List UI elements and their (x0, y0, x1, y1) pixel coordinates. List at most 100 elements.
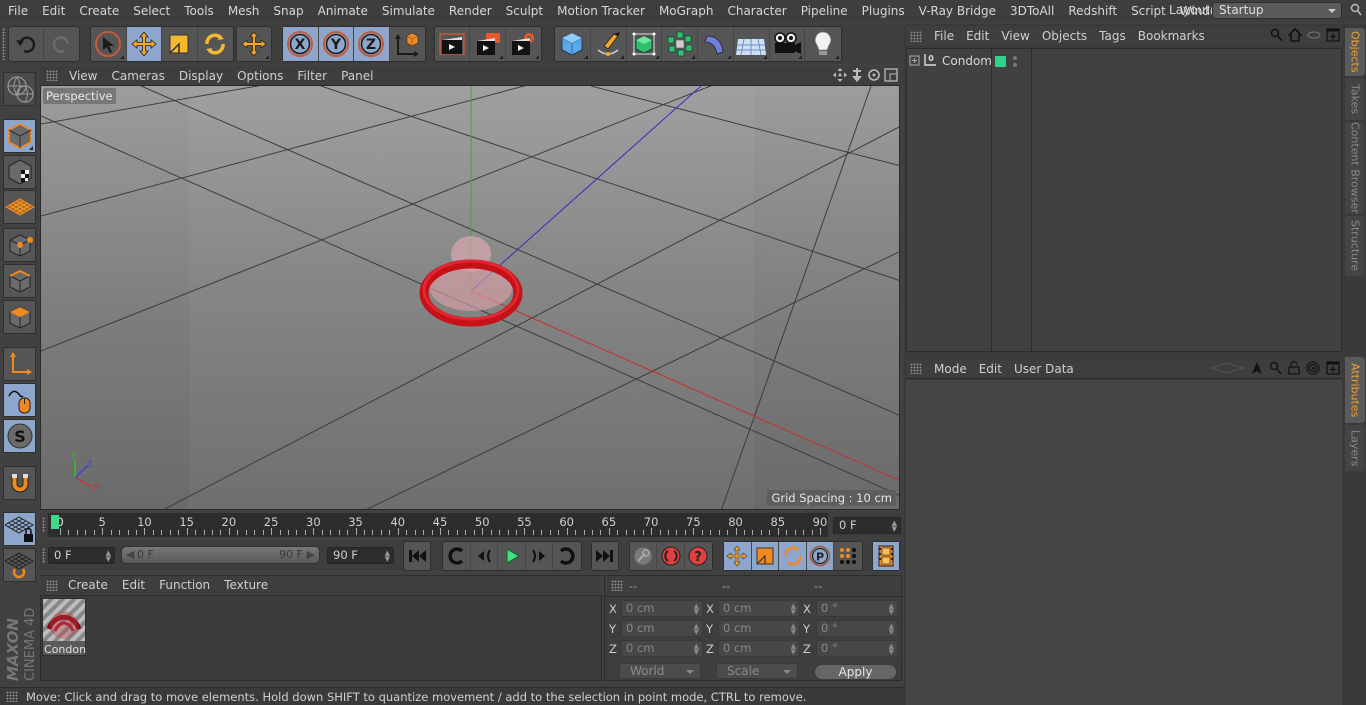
ellipse-icon[interactable] (1307, 30, 1321, 40)
menu-snap[interactable]: Snap (266, 4, 310, 18)
material-thumbnail[interactable]: Condon (42, 598, 86, 656)
toggle-view-icon[interactable] (884, 68, 898, 82)
objects-menu-tags[interactable]: Tags (1093, 29, 1132, 43)
layout-dropdown[interactable]: Startup (1212, 2, 1342, 19)
redo-button[interactable] (44, 27, 79, 61)
live-selection-button[interactable] (91, 27, 127, 61)
material-menu-function[interactable]: Function (152, 578, 217, 592)
panel-grip[interactable] (611, 580, 623, 591)
tab-attributes[interactable]: Attributes (1345, 357, 1365, 423)
menu-character[interactable]: Character (720, 4, 793, 18)
pan-view-icon[interactable] (833, 68, 847, 82)
points-mode-button[interactable] (3, 228, 36, 262)
viewport-menu-filter[interactable]: Filter (290, 69, 334, 83)
keyframe-selection-button[interactable]: ? (685, 542, 712, 570)
menu-3dtoall[interactable]: 3DToAll (1003, 4, 1061, 18)
coordinate-mode-dropdown[interactable]: World (619, 663, 701, 679)
parameter-key-button[interactable]: P (806, 542, 835, 570)
panel-grip[interactable] (910, 363, 922, 374)
target-icon[interactable] (1306, 361, 1320, 375)
locked-workplane-button[interactable] (3, 512, 36, 546)
goto-prev-key-button[interactable] (443, 542, 471, 570)
position-key-button[interactable] (724, 542, 752, 570)
render-view-button[interactable] (435, 27, 471, 61)
3d-viewport[interactable]: Y Z X Perspective Grid Spacing : 10 cm (40, 85, 900, 510)
menu-pipeline[interactable]: Pipeline (794, 4, 855, 18)
controls-grip[interactable] (42, 548, 46, 564)
zoom-view-icon[interactable] (850, 68, 864, 82)
current-frame-field[interactable]: 0 F ▲ ▼ (833, 517, 901, 534)
menu-sculpt[interactable]: Sculpt (499, 4, 550, 18)
next-frame-button[interactable] (526, 542, 554, 570)
position-z-field[interactable]: 0 cm ▲ ▼ (621, 640, 703, 657)
menu-script[interactable]: Script (1124, 4, 1173, 18)
layer-color-swatch[interactable] (995, 56, 1006, 67)
toolbar-grip[interactable] (2, 28, 6, 60)
menu-file[interactable]: File (0, 4, 35, 18)
frame-range-slider[interactable]: ◀ 0 F 90 F ▶ (121, 546, 320, 564)
rotate-view-icon[interactable] (867, 68, 881, 82)
menu-edit[interactable]: Edit (35, 4, 72, 18)
render-settings-button[interactable] (506, 27, 541, 61)
tweak-mode-button[interactable] (3, 383, 36, 417)
play-button[interactable] (498, 542, 526, 570)
material-menu-edit[interactable]: Edit (115, 578, 152, 592)
record-keys-button[interactable] (630, 542, 658, 570)
workplane-mode-button[interactable] (3, 190, 36, 224)
scale-tool-button[interactable] (162, 27, 198, 61)
menu-redshift[interactable]: Redshift (1061, 4, 1124, 18)
y-axis-button[interactable]: Y (318, 27, 354, 61)
menu-create[interactable]: Create (72, 4, 126, 18)
objects-menu-file[interactable]: File (928, 29, 960, 43)
menu-select[interactable]: Select (126, 4, 177, 18)
menu-render[interactable]: Render (442, 4, 499, 18)
home-icon[interactable] (1288, 28, 1302, 42)
size-x-field[interactable]: 0 cm ▲ ▼ (718, 600, 800, 617)
menu-tools[interactable]: Tools (177, 4, 221, 18)
cube-button[interactable] (555, 27, 591, 61)
texture-mode-button[interactable] (3, 155, 36, 189)
goto-next-key-button[interactable] (553, 542, 581, 570)
search-icon[interactable] (1350, 3, 1362, 17)
size-mode-dropdown[interactable]: Scale (716, 663, 798, 679)
edges-mode-button[interactable] (3, 264, 36, 298)
snapping-button[interactable] (3, 466, 36, 500)
current-frame-marker[interactable] (51, 515, 59, 529)
menu-vray-bridge[interactable]: V-Ray Bridge (912, 4, 1003, 18)
solo-button[interactable]: S (3, 419, 36, 453)
goto-end-button[interactable] (592, 542, 618, 570)
x-axis-button[interactable]: X (283, 27, 319, 61)
editor-visibility-dot[interactable] (1013, 56, 1017, 60)
tab-layers[interactable]: Layers (1345, 425, 1365, 471)
undo-button[interactable] (9, 27, 45, 61)
panel-grip[interactable] (46, 579, 58, 591)
workplane-snap-button[interactable] (3, 548, 36, 582)
search-icon[interactable] (1269, 361, 1282, 375)
coordinate-system-button[interactable] (390, 27, 425, 61)
attributes-menu-mode[interactable]: Mode (928, 362, 973, 376)
apply-button[interactable]: Apply (814, 664, 897, 680)
timeline-ruler[interactable]: 0 5 10 15 20 25 30 35 40 45 50 55 60 65 70 75 80 85 90 (48, 513, 828, 537)
expand-icon[interactable] (909, 55, 921, 67)
viewport-menu-view[interactable]: View (62, 69, 104, 83)
position-y-field[interactable]: 0 cm ▲ ▼ (621, 620, 703, 637)
pointer-up-icon[interactable] (1251, 361, 1263, 375)
material-menu-texture[interactable]: Texture (217, 578, 275, 592)
position-x-field[interactable]: 0 cm ▲ ▼ (621, 600, 703, 617)
menu-mograph[interactable]: MoGraph (652, 4, 721, 18)
viewport-menu-display[interactable]: Display (172, 69, 230, 83)
size-z-field[interactable]: 0 cm ▲ ▼ (718, 640, 800, 657)
material-menu-create[interactable]: Create (61, 578, 115, 592)
light-button[interactable] (805, 27, 841, 61)
search-icon[interactable] (1270, 28, 1283, 42)
rotation-key-button[interactable] (779, 542, 807, 570)
start-frame-field[interactable]: 0 F ▲ ▼ (48, 547, 115, 564)
timeline-window-button[interactable] (873, 542, 899, 570)
object-name[interactable]: Condom (942, 54, 992, 68)
menu-plugins[interactable]: Plugins (855, 4, 912, 18)
attributes-menu-edit[interactable]: Edit (973, 362, 1008, 376)
subdivision-surface-button[interactable] (627, 27, 663, 61)
panel-grip[interactable] (46, 70, 58, 81)
enable-axis-button[interactable] (3, 347, 36, 381)
viewport-menu-options[interactable]: Options (230, 69, 290, 83)
